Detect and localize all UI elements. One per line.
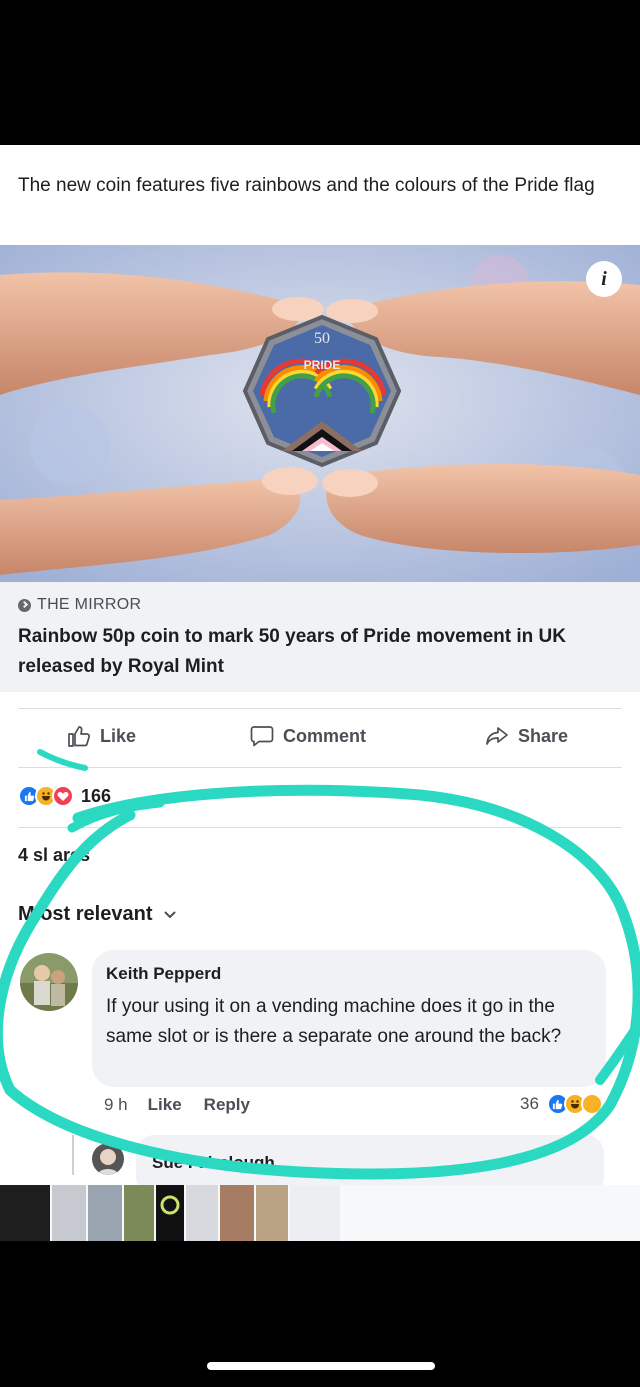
thumbs-up-icon bbox=[68, 726, 90, 747]
divider bbox=[18, 708, 622, 709]
media-thumbnail-strip[interactable] bbox=[0, 1185, 640, 1241]
comment-reactions[interactable]: 36 bbox=[520, 1093, 603, 1115]
comment-icon bbox=[250, 726, 274, 747]
thumbnail[interactable] bbox=[220, 1185, 254, 1241]
post-caption: The new coin features five rainbows and … bbox=[18, 175, 595, 196]
coin-word: PRIDE bbox=[304, 358, 341, 372]
thumbnail[interactable] bbox=[88, 1185, 122, 1241]
share-label: Share bbox=[518, 725, 569, 746]
link-preview-meta[interactable]: THE MIRROR Rainbow 50p coin to mark 50 y… bbox=[0, 582, 640, 692]
share-icon bbox=[486, 727, 508, 745]
link-preview-image[interactable]: 50 PRIDE i bbox=[0, 245, 640, 582]
comment-like-link[interactable]: Like bbox=[148, 1095, 182, 1115]
link-source-name: THE MIRROR bbox=[37, 596, 142, 613]
thumbnail[interactable] bbox=[0, 1185, 50, 1241]
home-indicator[interactable] bbox=[207, 1362, 435, 1370]
thumbnail[interactable] bbox=[156, 1185, 184, 1241]
post-action-bar: Like Comment Share bbox=[0, 715, 640, 763]
reply-thread-line bbox=[72, 1135, 74, 1175]
comment-timestamp[interactable]: 9 h bbox=[104, 1095, 128, 1115]
thumbnail[interactable] bbox=[52, 1185, 86, 1241]
love-reaction-icon bbox=[52, 785, 74, 807]
like-label: Like bbox=[100, 725, 137, 746]
coin-photo: 50 PRIDE bbox=[0, 245, 640, 582]
link-arrow-icon bbox=[18, 598, 31, 612]
comment-bubble: Keith Pepperd If your using it on a vend… bbox=[92, 950, 606, 1087]
comment-reply-link[interactable]: Reply bbox=[204, 1095, 250, 1115]
chevron-down-icon bbox=[164, 911, 176, 918]
divider bbox=[18, 767, 622, 768]
comment-text: If your using it on a vending machine do… bbox=[106, 996, 562, 1047]
info-icon[interactable]: i bbox=[586, 261, 622, 297]
thumbnail[interactable] bbox=[290, 1185, 340, 1241]
share-button[interactable]: Share bbox=[485, 725, 568, 747]
avatar[interactable] bbox=[20, 953, 78, 1011]
avatar[interactable] bbox=[92, 1143, 124, 1175]
facebook-post: The new coin features five rainbows and … bbox=[0, 145, 640, 1241]
thumbnail[interactable] bbox=[186, 1185, 218, 1241]
like-button[interactable]: Like bbox=[67, 725, 136, 747]
link-source: THE MIRROR bbox=[18, 596, 141, 614]
comment-author[interactable]: Keith Pepperd bbox=[106, 964, 221, 984]
commenter-avatar-photo bbox=[20, 953, 78, 1011]
comment-label: Comment bbox=[283, 725, 367, 746]
comment-sort-dropdown[interactable]: M ost relevant bbox=[18, 903, 176, 926]
thumbnail[interactable] bbox=[124, 1185, 154, 1241]
comment-button[interactable]: Comment bbox=[250, 725, 366, 747]
coin-denomination: 50 bbox=[314, 330, 330, 347]
comment-reaction-count: 36 bbox=[520, 1094, 539, 1113]
thumbnail[interactable] bbox=[256, 1185, 288, 1241]
sad-reaction-icon bbox=[580, 1093, 603, 1115]
divider bbox=[18, 827, 622, 828]
comment-meta: 9 h Like Reply bbox=[104, 1095, 272, 1115]
reply-avatar-photo bbox=[92, 1143, 124, 1175]
sort-label: M ost relevant bbox=[18, 903, 153, 925]
shares-count[interactable]: 4 sl ares bbox=[18, 845, 90, 866]
reactions-summary[interactable]: 166 bbox=[18, 785, 111, 807]
reply-author[interactable]: Sue Fairclough bbox=[152, 1153, 275, 1173]
reaction-count: 166 bbox=[81, 785, 112, 806]
link-headline[interactable]: Rainbow 50p coin to mark 50 years of Pri… bbox=[18, 622, 618, 682]
